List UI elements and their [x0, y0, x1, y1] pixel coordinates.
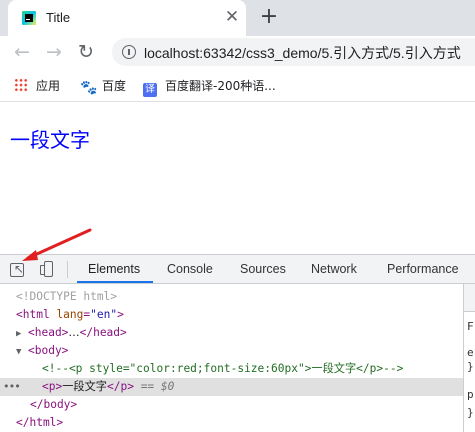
reload-button[interactable]: ↻: [75, 41, 97, 63]
close-icon[interactable]: ✕: [224, 9, 240, 26]
styles-pane: F e } p }: [463, 284, 475, 432]
tab-strip: Title ✕ +: [0, 0, 475, 36]
collapse-triangle-icon[interactable]: ▼: [16, 343, 28, 361]
styles-text: }: [467, 406, 474, 419]
bookmark-label: 百度: [102, 79, 127, 93]
styles-text: e: [467, 346, 474, 359]
html-close-tag: </html>: [16, 416, 64, 429]
devtools-panel: Elements Console Sources Network Perform…: [0, 254, 475, 432]
tab-title: Title: [46, 10, 71, 25]
bookmark-baidu-translate[interactable]: 译百度翻译-200种语...: [143, 77, 276, 97]
browser-toolbar: ← → ↻ localhost:63342/css3_demo/5.引入方式/5…: [0, 36, 475, 68]
html-attr-value: "en": [90, 308, 118, 321]
tab-console[interactable]: Console: [167, 262, 213, 276]
p-text: 一段文字: [62, 380, 107, 393]
dom-line[interactable]: <!--<p style="color:red;font-size:60px">…: [0, 360, 463, 378]
tab-sources[interactable]: Sources: [240, 262, 286, 276]
body-close-tag: </body>: [30, 398, 78, 411]
tab-network[interactable]: Network: [311, 262, 357, 276]
dom-line[interactable]: <!DOCTYPE html>: [0, 288, 463, 306]
styles-text: F: [467, 320, 474, 333]
styles-text: }: [467, 360, 474, 373]
doctype-node: <!DOCTYPE html>: [16, 290, 118, 303]
bookmark-baidu[interactable]: 🐾 百度: [80, 77, 127, 96]
comment-node: <!--<p style="color:red;font-size:60px">…: [42, 362, 404, 375]
active-tab-indicator: [77, 281, 153, 283]
baidu-paw-icon: 🐾: [80, 80, 98, 96]
baidu-translate-icon: 译: [143, 83, 157, 97]
red-arrow-annotation: [22, 228, 92, 261]
bookmark-apps[interactable]: 应用: [14, 77, 60, 93]
back-button[interactable]: ←: [11, 41, 33, 63]
styles-toolbar: [464, 284, 475, 312]
address-bar[interactable]: localhost:63342/css3_demo/5.引入方式/5.引入方式: [112, 38, 475, 66]
p-tag: <p>: [42, 380, 63, 393]
body-tag: <body>: [28, 344, 69, 357]
head-ellipsis: …: [68, 326, 80, 339]
more-options-icon[interactable]: •••: [3, 378, 21, 396]
dom-line[interactable]: ▼ <body>: [0, 342, 463, 360]
bookmark-label: 百度翻译-200种语...: [165, 79, 276, 93]
info-icon[interactable]: [122, 45, 136, 59]
url-text[interactable]: localhost:63342/css3_demo/5.引入方式/5.引入方式: [144, 43, 461, 63]
bookmark-label: 应用: [36, 79, 61, 93]
browser-tab[interactable]: Title ✕: [8, 0, 246, 36]
inspect-element-icon[interactable]: [10, 262, 24, 277]
apps-icon: [14, 78, 28, 92]
bookmarks-bar: 应用 🐾 百度 译百度翻译-200种语...: [0, 68, 475, 102]
dom-line[interactable]: </body>: [0, 396, 463, 414]
p-close-tag: </p>: [106, 380, 134, 393]
selected-marker: == $0: [140, 380, 175, 393]
dom-tree: <!DOCTYPE html> <html lang="en"> ▶ <head>…: [0, 284, 463, 432]
dom-line[interactable]: ▶ <head>…</head>: [0, 324, 463, 342]
styles-text: p: [467, 388, 474, 401]
dom-line-selected[interactable]: ••• <p>一段文字</p> == $0: [0, 378, 463, 396]
dom-line[interactable]: <html lang="en">: [0, 306, 463, 324]
tab-elements[interactable]: Elements: [88, 262, 140, 276]
page-paragraph: 一段文字: [10, 128, 90, 152]
head-close-tag: </head>: [79, 326, 127, 339]
html-tag: <html: [16, 308, 50, 321]
new-tab-button[interactable]: +: [258, 6, 280, 29]
webstorm-favicon-icon: [22, 11, 36, 25]
tab-performance[interactable]: Performance: [387, 262, 459, 276]
html-attr: lang: [56, 308, 84, 321]
forward-button[interactable]: →: [43, 41, 65, 63]
dom-line[interactable]: </html>: [0, 414, 463, 432]
html-bracket: >: [117, 308, 124, 321]
expand-triangle-icon[interactable]: ▶: [16, 325, 28, 343]
head-tag: <head>: [28, 326, 69, 339]
